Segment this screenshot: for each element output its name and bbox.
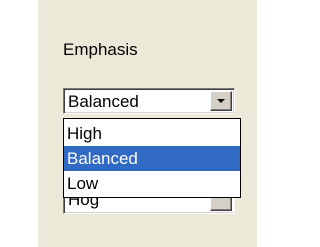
- option-low[interactable]: Low: [64, 171, 240, 196]
- covered-combobox[interactable]: Hog: [63, 198, 235, 214]
- option-balanced[interactable]: Balanced: [64, 146, 240, 171]
- emphasis-combobox-value: Balanced: [68, 92, 139, 111]
- emphasis-dropdown-list: High Balanced Low: [63, 118, 241, 198]
- chevron-down-icon: [217, 99, 225, 103]
- emphasis-combobox[interactable]: Balanced: [63, 88, 235, 114]
- covered-combobox-value: Hog: [68, 198, 100, 209]
- option-high[interactable]: High: [64, 121, 240, 146]
- covered-dropdown-button[interactable]: [210, 198, 232, 211]
- dropdown-button[interactable]: [210, 91, 232, 111]
- emphasis-label: Emphasis: [63, 40, 138, 59]
